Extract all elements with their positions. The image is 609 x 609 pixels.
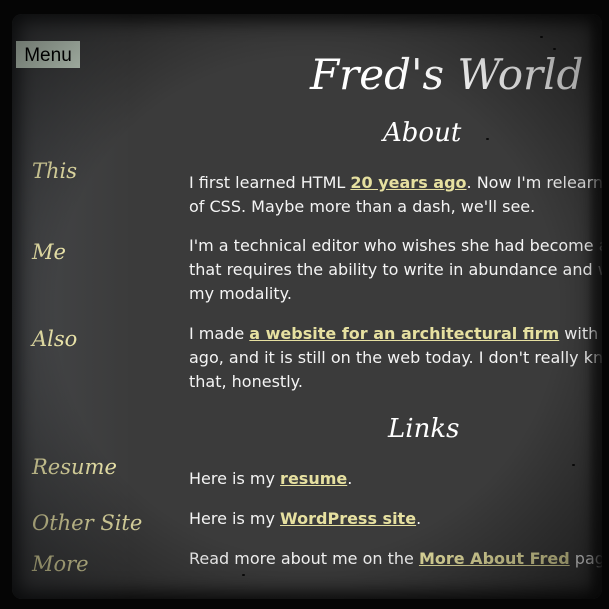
text: that, honestly.	[189, 372, 303, 391]
dust-speck	[486, 138, 489, 140]
text: I'm a technical editor who wishes she ha…	[189, 236, 602, 255]
text: ago, and it is still on the web today. I…	[189, 348, 602, 367]
page: Menu Fred's World About This I first lea…	[12, 14, 602, 599]
links-paragraph-more: Read more about me on the More About Fre…	[189, 547, 602, 571]
about-paragraph-this: I first learned HTML 20 years ago. Now I…	[189, 171, 602, 219]
text: Here is my	[189, 469, 281, 488]
text: Read more about me on the	[189, 549, 419, 568]
resume-link[interactable]: resume	[280, 469, 347, 488]
text: of CSS. Maybe more than a dash, we'll se…	[189, 197, 536, 216]
text: Here is my	[189, 509, 281, 528]
text: with Dre	[564, 324, 602, 343]
text: my modality.	[189, 284, 292, 303]
side-label-resume: Resume	[32, 455, 117, 479]
links-paragraph-other-site: Here is my WordPress site.	[189, 507, 421, 531]
links-heading: Links	[388, 414, 460, 444]
side-label-also: Also	[32, 327, 78, 351]
text: I made	[189, 324, 250, 343]
right-edge-fade	[588, 14, 602, 599]
text: . Now I'm relearnin	[466, 173, 602, 192]
dust-speck	[540, 36, 543, 38]
side-label-this: This	[32, 159, 78, 183]
about-heading: About	[383, 118, 462, 148]
text: that requires the ability to write in ab…	[189, 260, 602, 279]
site-title: Fred's World	[310, 50, 584, 99]
menu-button[interactable]: Menu	[16, 41, 80, 68]
dust-speck	[242, 574, 245, 576]
twenty-years-ago-link[interactable]: 20 years ago	[350, 173, 466, 192]
about-paragraph-me: I'm a technical editor who wishes she ha…	[189, 234, 602, 306]
about-paragraph-also: I made a website for an architectural fi…	[189, 322, 602, 394]
side-label-more: More	[32, 552, 89, 576]
text: .	[347, 469, 353, 488]
dust-speck	[553, 48, 556, 50]
text: I first learned HTML	[189, 173, 351, 192]
architectural-firm-link[interactable]: a website for an architectural firm	[249, 324, 559, 343]
dust-speck	[572, 464, 575, 466]
links-paragraph-resume: Here is my resume.	[189, 467, 352, 491]
side-label-me: Me	[32, 240, 66, 264]
text: pag	[569, 549, 602, 568]
side-label-other-site: Other Site	[32, 511, 143, 535]
wordpress-site-link[interactable]: WordPress site	[280, 509, 416, 528]
text: .	[416, 509, 422, 528]
more-about-fred-link[interactable]: More About Fred	[419, 549, 570, 568]
